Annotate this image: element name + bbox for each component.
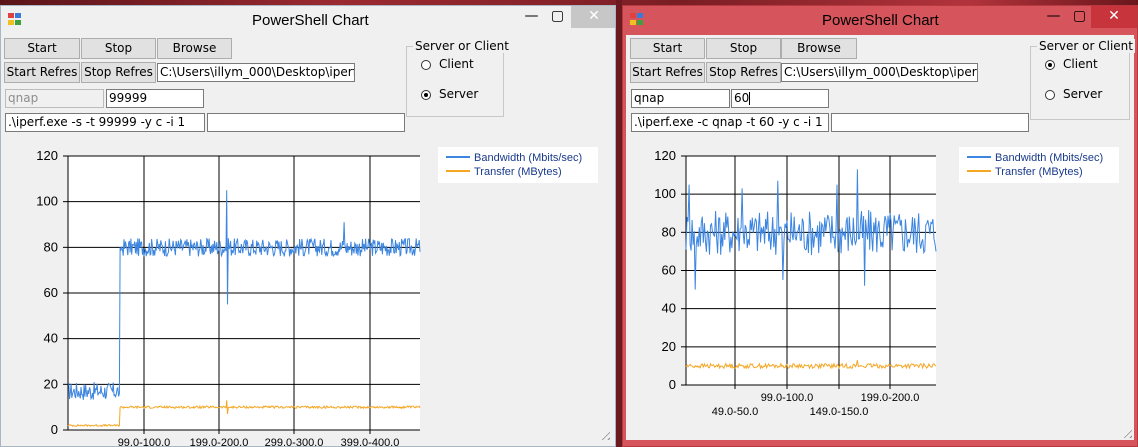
y-tick-label: 40	[44, 331, 58, 346]
y-tick-label: 0	[51, 422, 58, 437]
bandwidth-chart: 0 20 40 60 80 100 120 49.0-50.099.0-100.0 149.0-…	[654, 147, 1119, 418]
x-tick-label: 199.0-200.0	[861, 392, 920, 404]
window-title: PowerShell Chart	[252, 12, 369, 29]
x-tick-label: 299.0-300.0	[265, 437, 324, 447]
powershell-chart-window-client: PowerShell Chart — ▢ ✕ Start Stop Browse…	[622, 5, 1138, 447]
y-tick-label: 20	[44, 376, 58, 391]
y-tick-label: 120	[36, 148, 58, 163]
y-tick-label: 80	[44, 239, 58, 254]
close-button[interactable]: ✕	[1091, 6, 1137, 28]
x-tick-label: 399.0-400.0	[341, 437, 400, 447]
title-bar[interactable]: PowerShell Chart — ▢ ✕	[1, 6, 615, 35]
y-tick-label: 60	[44, 285, 58, 300]
legend-label: Transfer (MBytes)	[995, 166, 1083, 178]
y-tick-label: 80	[662, 224, 676, 239]
maximize-button[interactable]: ▢	[1066, 6, 1093, 28]
x-tick-label: 149.0-150.0	[810, 406, 869, 418]
x-tick-label: 99.0-100.0	[118, 437, 171, 447]
app-icon	[630, 13, 644, 26]
minimize-button[interactable]: —	[1040, 6, 1067, 28]
y-tick-label: 20	[662, 339, 676, 354]
app-icon	[8, 13, 22, 26]
y-tick-label: 40	[662, 301, 676, 316]
x-tick-label: 49.0-50.0	[712, 406, 758, 418]
y-tick-label: 0	[669, 377, 676, 392]
client-area: Start Stop Browse Start Refres Stop Refr…	[4, 35, 612, 446]
y-tick-label: 60	[662, 263, 676, 278]
x-tick-label: 199.0-200.0	[190, 437, 249, 447]
maximize-button[interactable]: ▢	[544, 6, 571, 28]
x-tick-label: 99.0-100.0	[761, 392, 814, 404]
bandwidth-chart: 0 20 40 60 80 100 120 99.0-100.0 199.0-200.0 299.…	[36, 147, 598, 446]
client-area: Start Stop Browse Start Refres Stop Refr…	[626, 35, 1135, 440]
y-tick-label: 100	[654, 186, 676, 201]
minimize-button[interactable]: —	[518, 6, 545, 28]
legend-label: Transfer (MBytes)	[474, 166, 562, 178]
close-button[interactable]: ✕	[571, 6, 615, 28]
legend-label: Bandwidth (Mbits/sec)	[995, 152, 1103, 164]
title-bar[interactable]: PowerShell Chart — ▢ ✕	[623, 6, 1137, 35]
y-tick-label: 100	[36, 194, 58, 209]
window-title: PowerShell Chart	[822, 12, 939, 29]
powershell-chart-window-server: PowerShell Chart — ▢ ✕ Start Stop Browse…	[0, 5, 616, 447]
legend-label: Bandwidth (Mbits/sec)	[474, 152, 582, 164]
y-tick-label: 120	[654, 148, 676, 163]
